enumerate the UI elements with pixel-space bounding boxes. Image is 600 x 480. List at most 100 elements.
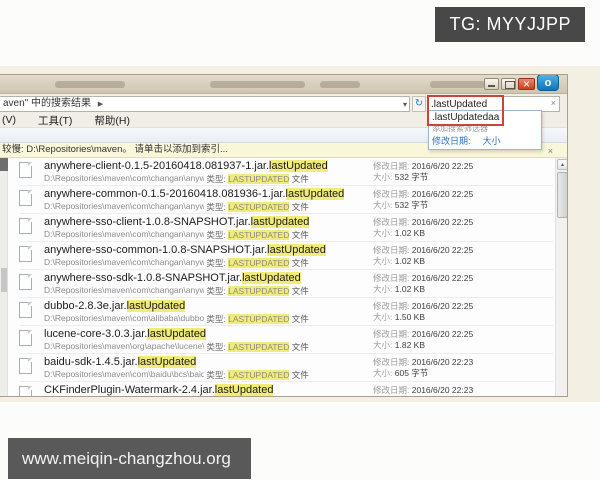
left-scrollbar-thumb[interactable] <box>1 268 7 292</box>
add-search-filter-label: 添加搜索筛选器 <box>432 124 488 133</box>
file-path: D:\Repositories\maven\com\baidu\bcs\baid… <box>44 369 204 379</box>
file-row[interactable]: anywhere-sso-sdk-1.0.8-SNAPSHOT.jar.last… <box>8 270 555 298</box>
file-path: D:\Repositories\maven\com\changan\anywhe… <box>44 201 204 211</box>
file-size: 1.02 KB <box>394 228 425 238</box>
file-rows: anywhere-client-0.1.5-20160418.081937-1.… <box>8 158 555 396</box>
file-size: 1.50 KB <box>394 312 425 322</box>
screenshot-stage: TG: MYYJJPP o aven" 中的搜索结果 ▶ ▾ ↻ × <box>0 0 600 480</box>
file-type: LASTUPDATED <box>228 258 290 268</box>
filter-date-modified[interactable]: 修改日期: <box>432 134 471 147</box>
menu-item-tools[interactable]: 工具(T) <box>38 113 72 128</box>
file-details: 修改日期: 2016/6/20 22:25 大小: 1.02 KB <box>373 217 474 238</box>
file-date: 2016/6/20 22:23 <box>411 357 474 367</box>
titlebar-blur-text <box>210 81 305 88</box>
refresh-icon[interactable]: ↻ <box>412 96 426 112</box>
file-name: anywhere-sso-sdk-1.0.8-SNAPSHOT.jar.last… <box>44 272 301 284</box>
file-icon <box>19 302 32 318</box>
file-list-area: anywhere-client-0.1.5-20160418.081937-1.… <box>0 158 567 396</box>
close-button[interactable] <box>518 77 535 91</box>
menu-item-help[interactable]: 帮助(H) <box>94 113 130 128</box>
file-date: 2016/6/20 22:25 <box>411 217 474 227</box>
breadcrumb-arrow-icon[interactable]: ▶ <box>98 101 103 108</box>
menu-item-view[interactable]: (V) <box>2 114 16 126</box>
titlebar-blur-text <box>55 81 125 88</box>
file-path: D:\Repositories\maven\com\changan\anywhe… <box>44 229 204 239</box>
address-text: aven" 中的搜索结果 <box>3 98 92 109</box>
file-details: 修改日期: 2016/6/20 22:25 大小: 532 字节 <box>373 161 474 182</box>
file-info: D:\Repositories\maven\org\apache\lucene\… <box>44 341 309 352</box>
file-name: anywhere-client-0.1.5-20160418.081937-1.… <box>44 160 328 172</box>
file-row[interactable]: anywhere-client-0.1.5-20160418.081937-1.… <box>8 158 555 186</box>
file-name: anywhere-sso-common-1.0.8-SNAPSHOT.jar.l… <box>44 244 326 256</box>
file-details: 修改日期: 2016/6/20 22:25 大小: 1.02 KB <box>373 273 474 294</box>
file-type: LASTUPDATED <box>228 174 290 184</box>
clear-search-icon[interactable]: × <box>551 98 556 108</box>
minimize-button[interactable] <box>484 78 499 90</box>
titlebar-blur-text <box>320 81 360 88</box>
file-icon <box>19 330 32 346</box>
file-path: D:\Repositories\maven\com\alibaba\dubbo\… <box>44 313 204 323</box>
file-details: 修改日期: 2016/6/20 22:23 <box>373 385 474 395</box>
file-details: 修改日期: 2016/6/20 22:25 大小: 1.50 KB <box>373 301 474 322</box>
file-date: 2016/6/20 22:23 <box>411 385 474 395</box>
address-breadcrumb[interactable]: aven" 中的搜索结果 ▶ ▾ <box>0 96 410 112</box>
maximize-button[interactable] <box>501 78 516 90</box>
file-size: 532 字节 <box>394 200 429 210</box>
file-path: D:\Repositories\maven\com\changan\anywhe… <box>44 173 204 183</box>
notification-close-icon[interactable]: × <box>548 144 553 158</box>
file-row[interactable]: lucene-core-3.0.3.jar.lastUpdated D:\Rep… <box>8 326 555 354</box>
file-size: 1.82 KB <box>394 340 425 350</box>
scroll-up-icon[interactable]: ▲ <box>557 159 567 170</box>
file-date: 2016/6/20 22:25 <box>411 161 474 171</box>
video-logo-icon: o <box>537 75 559 91</box>
left-scrollbar-arrow[interactable] <box>0 158 8 171</box>
search-suggestion-item[interactable]: .lastUpdatedaa <box>429 111 541 124</box>
address-dropdown-icon[interactable]: ▾ <box>403 98 407 112</box>
file-name: anywhere-sso-client-1.0.8-SNAPSHOT.jar.l… <box>44 216 310 228</box>
file-icon <box>19 246 32 262</box>
file-path: D:\Repositories\maven\org\apache\lucene\… <box>44 341 204 351</box>
search-input[interactable] <box>431 97 541 111</box>
file-info: D:\Repositories\maven\com\alibaba\dubbo\… <box>44 313 309 324</box>
tg-watermark: TG: MYYJJPP <box>435 7 585 42</box>
titlebar-blur-text <box>430 81 485 88</box>
file-type: LASTUPDATED <box>228 370 290 380</box>
file-name: baidu-sdk-1.4.5.jar.lastUpdated <box>44 356 197 368</box>
file-date: 2016/6/20 22:25 <box>411 273 474 283</box>
scrollbar-thumb[interactable] <box>557 172 567 218</box>
file-date: 2016/6/20 22:25 <box>411 301 474 311</box>
file-size: 532 字节 <box>394 172 429 182</box>
search-suggestion-dropdown: .lastUpdatedaa 添加搜索筛选器 修改日期: 大小 <box>428 110 542 150</box>
file-row[interactable]: CKFinderPlugin-Watermark-2.4.jar.lastUpd… <box>8 382 555 396</box>
file-row[interactable]: dubbo-2.8.3e.jar.lastUpdated D:\Reposito… <box>8 298 555 326</box>
file-date: 2016/6/20 22:25 <box>411 189 474 199</box>
file-row[interactable]: anywhere-common-0.1.5-20160418.081936-1.… <box>8 186 555 214</box>
file-date: 2016/6/20 22:25 <box>411 329 474 339</box>
file-info: D:\Repositories\maven\com\changan\anywhe… <box>44 229 309 240</box>
file-size: 605 字节 <box>394 368 429 378</box>
file-info: D:\Repositories\maven\com\baidu\bcs\baid… <box>44 369 309 380</box>
file-row[interactable]: anywhere-sso-common-1.0.8-SNAPSHOT.jar.l… <box>8 242 555 270</box>
file-name: anywhere-common-0.1.5-20160418.081936-1.… <box>44 188 345 200</box>
file-row[interactable]: anywhere-sso-client-1.0.8-SNAPSHOT.jar.l… <box>8 214 555 242</box>
file-type: LASTUPDATED <box>228 342 290 352</box>
notification-text[interactable]: 较慢: D:\Repositories\maven。 请单击以添加到索引... <box>2 144 228 155</box>
left-scrollbar[interactable] <box>0 158 8 396</box>
file-path: D:\Repositories\maven\com\changan\anywhe… <box>44 257 204 267</box>
file-info: D:\Repositories\maven\com\changan\anywhe… <box>44 257 309 268</box>
file-name: lucene-core-3.0.3.jar.lastUpdated <box>44 328 207 340</box>
file-row[interactable]: baidu-sdk-1.4.5.jar.lastUpdated D:\Repos… <box>8 354 555 382</box>
vertical-scrollbar[interactable]: ▲ <box>555 158 567 396</box>
file-info: D:\Repositories\maven\com\changan\anywhe… <box>44 173 309 184</box>
file-icon <box>19 190 32 206</box>
filter-size[interactable]: 大小 <box>483 134 501 147</box>
file-icon <box>19 162 32 178</box>
file-details: 修改日期: 2016/6/20 22:25 大小: 1.82 KB <box>373 329 474 350</box>
file-info: D:\Repositories\maven\com\changan\anywhe… <box>44 201 309 212</box>
file-date: 2016/6/20 22:25 <box>411 245 474 255</box>
window-titlebar[interactable]: o <box>0 75 567 94</box>
file-name: CKFinderPlugin-Watermark-2.4.jar.lastUpd… <box>44 384 274 396</box>
file-icon <box>19 274 32 290</box>
file-path: D:\Repositories\maven\com\changan\anywhe… <box>44 285 204 295</box>
site-watermark: www.meiqin-changzhou.org <box>8 438 251 479</box>
